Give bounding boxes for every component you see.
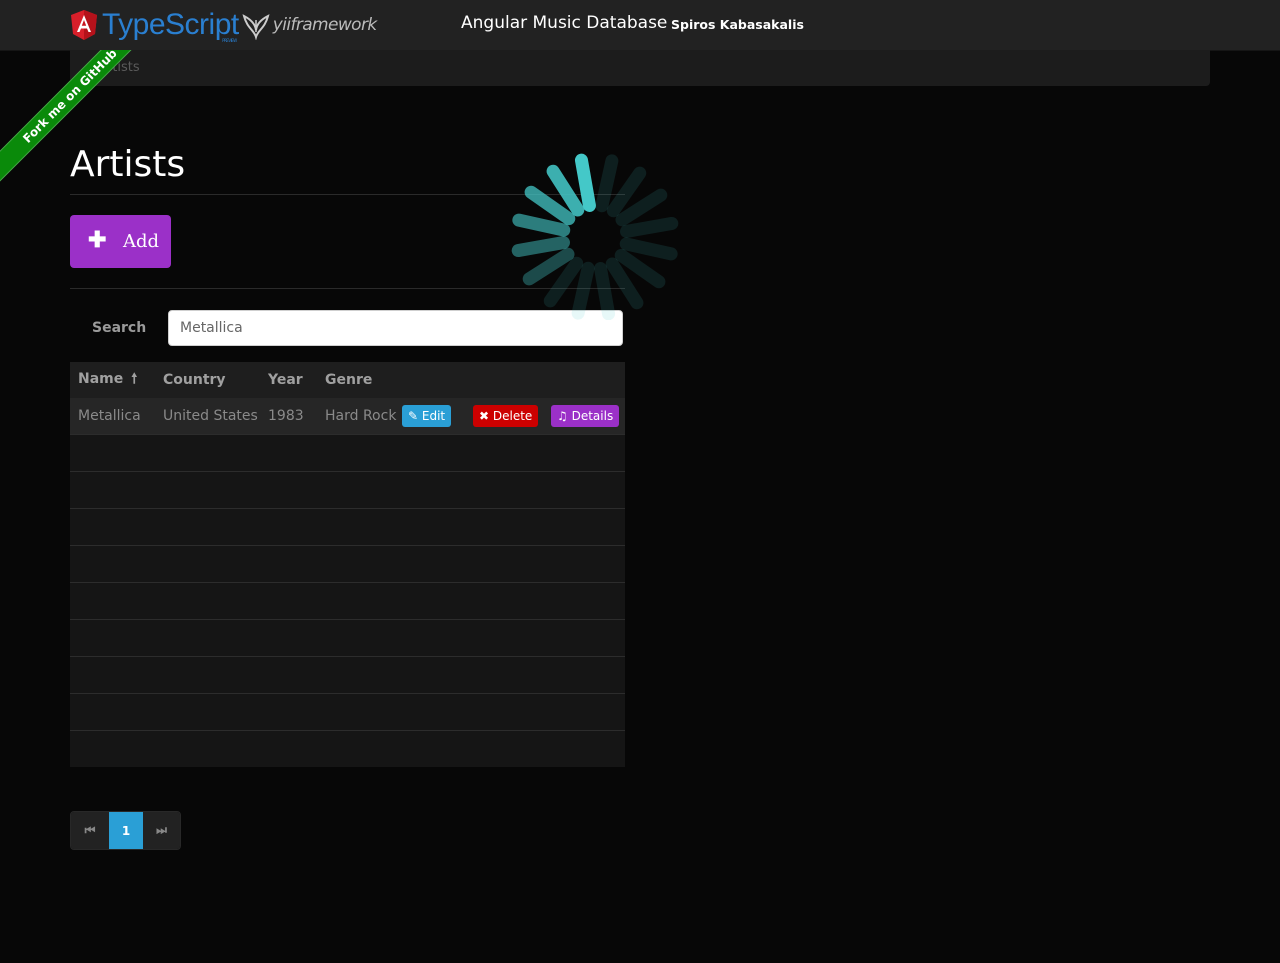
column-header-year[interactable]: Year xyxy=(260,362,317,398)
details-button[interactable]: ♫ Details xyxy=(551,405,620,427)
empty-table-row xyxy=(70,434,625,472)
spinner-spoke xyxy=(574,153,596,212)
first-page-icon: ⏮ xyxy=(84,823,96,837)
column-header-actions xyxy=(402,362,473,398)
cell-country: United States xyxy=(155,398,260,435)
cell-name: Metallica xyxy=(70,398,155,435)
spinner-spoke xyxy=(511,236,570,258)
sort-ascending-icon: 🠕 xyxy=(131,371,138,387)
angular-logo-icon xyxy=(71,10,97,40)
empty-table-row xyxy=(70,656,625,694)
brand-logos[interactable]: TypeScript PREVIEW yiiframework xyxy=(70,7,377,43)
add-artist-button[interactable]: ✚ Add xyxy=(70,215,171,268)
empty-table-row xyxy=(70,693,625,731)
first-page-button[interactable]: ⏮ xyxy=(71,812,109,849)
spinner-spoke xyxy=(512,213,571,237)
spinner-spoke xyxy=(571,261,595,320)
search-label: Search xyxy=(92,320,147,336)
page-title: Artists xyxy=(70,144,186,185)
table-header-row: Name 🠕 Country Year Genre xyxy=(70,362,625,398)
cell-year: 1983 xyxy=(260,398,317,435)
column-header-genre[interactable]: Genre xyxy=(317,362,402,398)
page-number-button[interactable]: 1 xyxy=(109,812,143,849)
add-button-label: Add xyxy=(123,231,160,252)
plus-icon: ✚ xyxy=(88,227,107,252)
music-note-icon: ♫ xyxy=(557,409,568,423)
table-row: Metallica United States 1983 Hard Rock ✎… xyxy=(70,398,625,435)
empty-table-row xyxy=(70,619,625,657)
last-page-button[interactable]: ⏭ xyxy=(143,812,180,849)
yii-logo-icon xyxy=(242,14,270,40)
edit-button[interactable]: ✎ Edit xyxy=(402,405,452,427)
empty-table-row xyxy=(70,508,625,546)
typescript-preview-label: PREVIEW xyxy=(222,38,237,43)
breadcrumb: Artists xyxy=(70,50,1210,86)
top-navbar: TypeScript PREVIEW yiiframework Angular M… xyxy=(0,0,1280,51)
cell-details: ♫ Details xyxy=(551,398,625,435)
yii-logo-text: yiiframework xyxy=(272,15,377,35)
author-link[interactable]: Spiros Kabasakalis xyxy=(671,17,804,32)
empty-table-row xyxy=(70,730,625,767)
spinner-spoke xyxy=(620,216,679,238)
artists-table: Name 🠕 Country Year Genre Metallica Unite… xyxy=(70,362,625,767)
typescript-logo: TypeScript PREVIEW xyxy=(102,8,239,43)
times-circle-icon: ✖ xyxy=(479,409,490,423)
empty-table-row xyxy=(70,471,625,509)
empty-table-row xyxy=(70,582,625,620)
column-header-country[interactable]: Country xyxy=(155,362,260,398)
spinner-spoke xyxy=(619,237,678,261)
loading-spinner-icon xyxy=(511,153,679,320)
column-header-actions xyxy=(551,362,625,398)
pencil-icon: ✎ xyxy=(408,409,419,423)
spinner-spoke xyxy=(595,154,619,213)
empty-table-row xyxy=(70,545,625,583)
pagination: ⏮ 1 ⏭ xyxy=(70,811,181,850)
cell-genre: Hard Rock xyxy=(317,398,402,435)
spinner-spoke xyxy=(594,262,616,320)
delete-button[interactable]: ✖ Delete xyxy=(473,405,539,427)
cell-delete: ✖ Delete xyxy=(473,398,551,435)
column-header-name[interactable]: Name 🠕 xyxy=(70,362,155,398)
app-title[interactable]: Angular Music Database xyxy=(461,13,667,33)
last-page-icon: ⏭ xyxy=(156,823,167,837)
column-header-actions xyxy=(473,362,551,398)
cell-edit: ✎ Edit xyxy=(402,398,473,435)
